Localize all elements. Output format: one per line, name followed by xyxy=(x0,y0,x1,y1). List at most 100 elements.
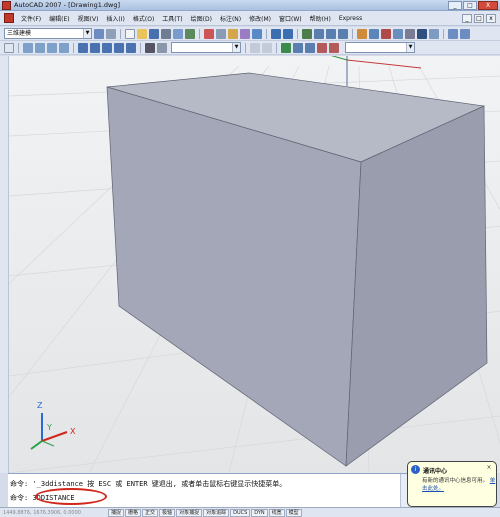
status-dyn-toggle[interactable]: DYN xyxy=(251,508,268,517)
workspace-save-icon[interactable] xyxy=(106,28,116,39)
view-top-icon[interactable] xyxy=(23,42,33,53)
balloon-message: 有新的通讯中心信息可用。 xyxy=(422,478,489,484)
layer-manager-icon[interactable] xyxy=(4,42,14,53)
menu-view[interactable]: 视图(V) xyxy=(74,14,103,23)
visual-style-wireframe-icon[interactable] xyxy=(78,42,88,53)
menu-tools[interactable]: 工具(T) xyxy=(158,14,186,23)
workspace-value: 三维建模 xyxy=(7,30,32,37)
document-icon[interactable] xyxy=(4,13,14,23)
ucs-y-label: Y xyxy=(46,423,52,432)
view-left-icon[interactable] xyxy=(47,42,57,53)
visual-style-hidden-icon[interactable] xyxy=(90,42,100,53)
menu-dimension[interactable]: 标注(N) xyxy=(216,14,245,23)
view-iso-icon[interactable] xyxy=(59,42,69,53)
styles-icon[interactable] xyxy=(448,28,458,39)
menu-format[interactable]: 格式(O) xyxy=(129,14,158,23)
status-otrack-toggle[interactable]: 对象追踪 xyxy=(203,508,230,517)
copy-icon[interactable] xyxy=(216,28,226,39)
maximize-button[interactable]: □ xyxy=(463,1,477,10)
sheet-set-icon[interactable] xyxy=(393,28,403,39)
chevron-down-icon[interactable]: ▼ xyxy=(406,43,414,52)
properties-icon[interactable] xyxy=(357,28,367,39)
new-file-icon[interactable] xyxy=(125,28,135,39)
pan-icon[interactable] xyxy=(302,28,312,39)
zoom-window-icon[interactable] xyxy=(326,28,336,39)
visual-style-realistic-icon[interactable] xyxy=(102,42,112,53)
color-select[interactable]: ▼ xyxy=(345,42,415,53)
chevron-down-icon[interactable]: ▼ xyxy=(83,29,91,38)
status-model-toggle[interactable]: 模型 xyxy=(285,508,302,517)
orbit-icon[interactable] xyxy=(281,42,291,53)
menu-edit[interactable]: 编辑(E) xyxy=(45,14,73,23)
open-folder-icon[interactable] xyxy=(137,28,147,39)
plot-preview-icon[interactable] xyxy=(173,28,183,39)
notification-balloon[interactable]: i 通讯中心 × 有新的通讯中心信息可用。 单击此处。 xyxy=(407,461,497,507)
menu-insert[interactable]: 插入(I) xyxy=(102,14,128,23)
visual-style-conceptual-icon[interactable] xyxy=(114,42,124,53)
status-osnap-toggle[interactable]: 对象捕捉 xyxy=(176,508,203,517)
toolbar-divider xyxy=(276,42,277,53)
match-properties-icon[interactable] xyxy=(240,28,250,39)
visual-style-manager-icon[interactable] xyxy=(126,42,136,53)
layer-state-icon[interactable] xyxy=(250,42,260,53)
tool-palettes-icon[interactable] xyxy=(381,28,391,39)
workspace-select[interactable]: 三维建模 ▼ xyxy=(4,28,92,39)
block-editor-icon[interactable] xyxy=(252,28,262,39)
toolbar-divider xyxy=(18,42,19,53)
status-snap-toggle[interactable]: 捕捉 xyxy=(108,508,125,517)
menu-draw[interactable]: 绘图(D) xyxy=(187,14,216,23)
walk-icon[interactable] xyxy=(317,42,327,53)
toolbar-divider xyxy=(120,28,121,39)
status-polar-toggle[interactable]: 极轴 xyxy=(159,508,176,517)
menu-modify[interactable]: 修改(M) xyxy=(245,14,275,23)
menu-express[interactable]: Express xyxy=(335,15,366,22)
view-front-icon[interactable] xyxy=(35,42,45,53)
nav-zoom-icon[interactable] xyxy=(293,42,303,53)
redo-icon[interactable] xyxy=(283,28,293,39)
status-lineweight-toggle[interactable]: 线宽 xyxy=(268,508,285,517)
close-icon[interactable]: × xyxy=(485,464,493,472)
balloon-title: 通讯中心 xyxy=(423,468,448,475)
menu-window[interactable]: 窗口(W) xyxy=(275,14,306,23)
zoom-realtime-icon[interactable] xyxy=(314,28,324,39)
toolbar-divider xyxy=(297,28,298,39)
command-window[interactable]: 命令: '_3ddistance 按 ESC 或 ENTER 键退出, 或者单击… xyxy=(8,473,408,508)
status-ducs-toggle[interactable]: DUCS xyxy=(230,508,251,517)
3d-box-solid[interactable] xyxy=(106,72,488,467)
layer-previous-icon[interactable] xyxy=(262,42,272,53)
chevron-down-icon[interactable]: ▼ xyxy=(232,43,240,52)
menu-help[interactable]: 帮助(H) xyxy=(306,14,335,23)
save-icon[interactable] xyxy=(149,28,159,39)
layer-select[interactable]: ▼ xyxy=(171,42,241,53)
cut-icon[interactable] xyxy=(204,28,214,39)
workspace-settings-icon[interactable] xyxy=(94,28,104,39)
camera-icon[interactable] xyxy=(157,42,167,53)
design-center-icon[interactable] xyxy=(369,28,379,39)
render-icon[interactable] xyxy=(145,42,155,53)
print-icon[interactable] xyxy=(161,28,171,39)
fly-icon[interactable] xyxy=(329,42,339,53)
markup-set-icon[interactable] xyxy=(405,28,415,39)
publish-icon[interactable] xyxy=(185,28,195,39)
nav-pan-icon[interactable] xyxy=(305,42,315,53)
status-bar: 1449.8876, 1676.3906, 0.0000 捕捉 栅格 正交 极轴… xyxy=(0,507,500,517)
undo-icon[interactable] xyxy=(271,28,281,39)
doc-close-button[interactable]: x xyxy=(486,13,496,23)
status-ortho-toggle[interactable]: 正交 xyxy=(142,508,159,517)
dimstyle-icon[interactable] xyxy=(460,28,470,39)
minimize-button[interactable]: _ xyxy=(448,1,462,10)
menu-file[interactable]: 文件(F) xyxy=(17,14,45,23)
toolbar-divider xyxy=(73,42,74,53)
doc-restore-button[interactable]: □ xyxy=(474,13,484,23)
title-bar: AutoCAD 2007 - [Drawing1.dwg] _ □ X xyxy=(0,0,500,11)
status-grid-toggle[interactable]: 栅格 xyxy=(125,508,142,517)
zoom-previous-icon[interactable] xyxy=(338,28,348,39)
help-icon[interactable] xyxy=(429,28,439,39)
model-canvas[interactable]: Z X Y xyxy=(9,56,500,473)
window-title: AutoCAD 2007 - [Drawing1.dwg] xyxy=(14,1,121,9)
close-button[interactable]: X xyxy=(478,1,498,10)
doc-minimize-button[interactable]: _ xyxy=(462,13,472,23)
paste-icon[interactable] xyxy=(228,28,238,39)
quickcalc-icon[interactable] xyxy=(417,28,427,39)
drawing-viewport[interactable]: Z X Y xyxy=(8,56,500,473)
